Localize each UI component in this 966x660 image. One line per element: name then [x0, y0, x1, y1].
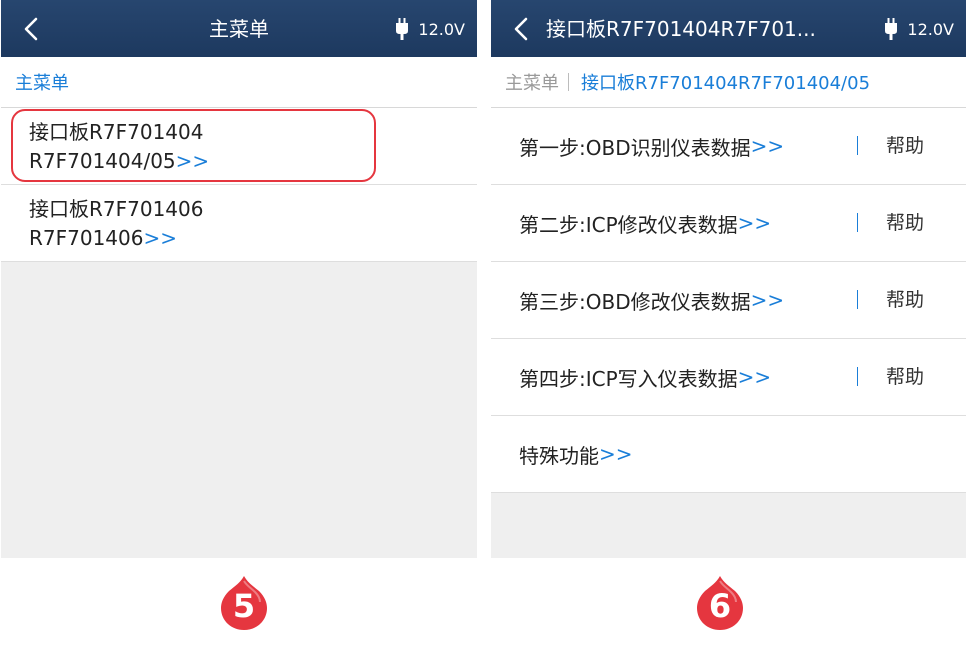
breadcrumb-current[interactable]: 接口板R7F701404R7F701404/05: [581, 69, 870, 95]
breadcrumb-root[interactable]: 主菜单: [15, 69, 69, 95]
help-button[interactable]: 帮助: [886, 108, 924, 185]
list-item[interactable]: 特殊功能 >>: [491, 416, 966, 493]
battery-indicator: 12.0V: [885, 0, 954, 58]
step-number: 6: [708, 587, 732, 625]
help-button[interactable]: 帮助: [886, 185, 924, 262]
right-screen: 接口板R7F701404R7F701... 12.0V 主菜单 接口板R7F70…: [491, 0, 966, 558]
step-label: 第四步:ICP写入仪表数据: [519, 366, 738, 391]
item-code: R7F701404/05: [29, 149, 176, 173]
breadcrumb-root[interactable]: 主菜单: [505, 69, 559, 95]
step-badge: 5: [221, 575, 267, 631]
left-screen: 主菜单 12.0V 主菜单 接口板R7F701404 R7F701404/05>…: [1, 0, 477, 558]
top-bar: 接口板R7F701404R7F701... 12.0V: [491, 0, 966, 57]
step-label: 特殊功能: [519, 443, 599, 468]
item-name: 接口板R7F701404: [29, 120, 204, 144]
help-button[interactable]: 帮助: [886, 339, 924, 416]
chevron-double-right-icon: >>: [750, 134, 785, 158]
module-list: 接口板R7F701404 R7F701404/05>> 接口板R7F701406…: [1, 108, 477, 262]
breadcrumb: 主菜单: [1, 57, 477, 108]
list-item[interactable]: 接口板R7F701404 R7F701404/05>>: [1, 108, 477, 185]
chevron-double-right-icon: >>: [737, 365, 772, 389]
item-code: R7F701406: [29, 226, 144, 250]
plug-icon: [396, 18, 409, 40]
battery-voltage: 12.0V: [907, 19, 954, 39]
step-label: 第三步:OBD修改仪表数据: [519, 289, 751, 314]
divider: [857, 213, 858, 232]
item-name: 接口板R7F701406: [29, 197, 204, 221]
divider: [857, 136, 858, 155]
breadcrumb: 主菜单 接口板R7F701404R7F701404/05: [491, 57, 966, 108]
back-arrow-icon[interactable]: [509, 16, 535, 42]
chevron-double-right-icon: >>: [599, 442, 633, 466]
step-number: 5: [232, 587, 256, 625]
step-label: 第二步:ICP修改仪表数据: [519, 212, 738, 237]
divider: [857, 367, 858, 386]
top-bar: 主菜单 12.0V: [1, 0, 477, 57]
breadcrumb-divider: [568, 73, 569, 91]
list-item[interactable]: 第一步:OBD识别仪表数据 >> 帮助: [491, 108, 966, 185]
step-badge: 6: [697, 575, 743, 631]
list-item[interactable]: 第三步:OBD修改仪表数据 >> 帮助: [491, 262, 966, 339]
function-list: 第一步:OBD识别仪表数据 >> 帮助 第二步:ICP修改仪表数据 >> 帮助 第三…: [491, 108, 966, 493]
chevron-double-right-icon: >>: [750, 288, 785, 312]
list-item[interactable]: 第四步:ICP写入仪表数据 >> 帮助: [491, 339, 966, 416]
step-label: 第一步:OBD识别仪表数据: [519, 135, 751, 160]
battery-indicator: 12.0V: [396, 0, 465, 58]
plug-icon: [885, 18, 898, 40]
divider: [857, 290, 858, 309]
page-title: 接口板R7F701404R7F701...: [546, 17, 816, 41]
list-item[interactable]: 第二步:ICP修改仪表数据 >> 帮助: [491, 185, 966, 262]
battery-voltage: 12.0V: [418, 19, 465, 39]
chevron-double-right-icon: >>: [737, 211, 772, 235]
chevron-double-right-icon: >>: [143, 226, 177, 250]
chevron-double-right-icon: >>: [175, 149, 210, 173]
list-item[interactable]: 接口板R7F701406 R7F701406>>: [1, 185, 477, 262]
help-button[interactable]: 帮助: [886, 262, 924, 339]
